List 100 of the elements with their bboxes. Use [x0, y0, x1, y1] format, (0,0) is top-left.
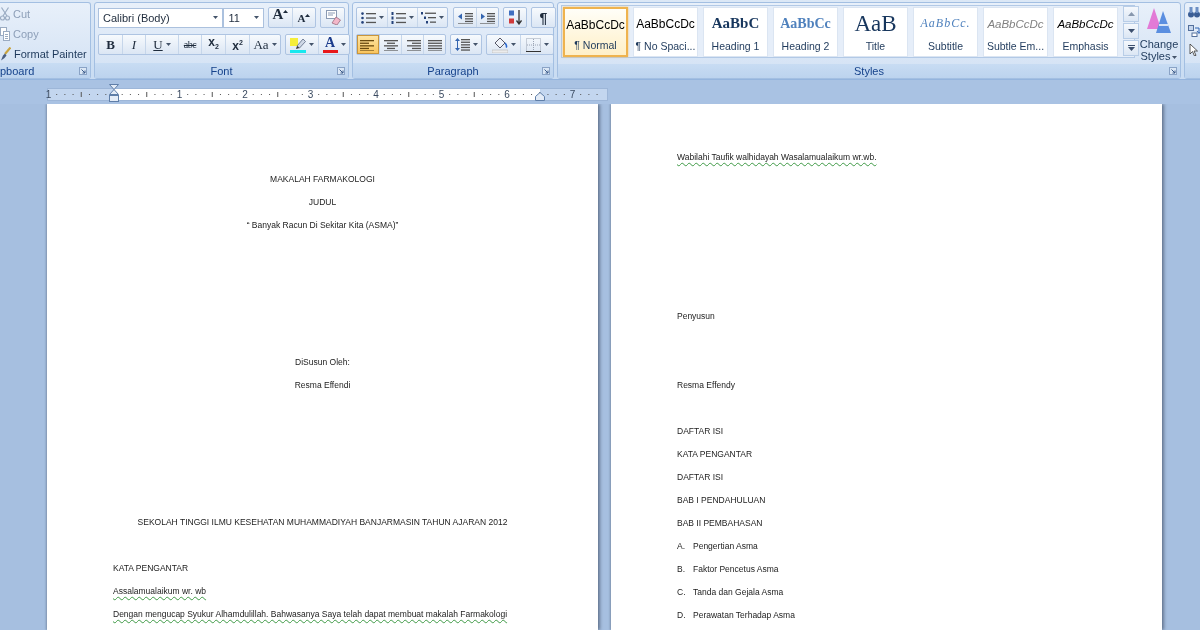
clear-formatting-button[interactable] [320, 7, 345, 28]
toc-entry: DAFTAR ISI [677, 425, 724, 438]
change-styles-button[interactable]: Change Styles [1137, 5, 1181, 64]
bold-button[interactable]: B [99, 35, 122, 54]
grow-font-button[interactable]: A [269, 8, 292, 27]
increase-indent-button[interactable] [476, 8, 498, 27]
strikethrough-button[interactable]: abc [178, 35, 201, 54]
numbering-button[interactable] [387, 8, 417, 27]
ruler-number: 7 [569, 88, 576, 101]
font-color-button[interactable]: A [318, 35, 349, 54]
multilevel-list-button[interactable] [417, 8, 447, 27]
caret-icon [165, 43, 171, 46]
style-tile[interactable]: AaB Title [843, 6, 908, 57]
copy-icon [0, 26, 10, 41]
toc-entry: BAB I PENDAHULUAN [677, 494, 766, 507]
justify-icon [426, 38, 443, 51]
caret-icon [510, 43, 516, 46]
line-spacing-icon [454, 38, 470, 51]
author-text: Resma Effendy [677, 379, 735, 392]
signature-label: Penyusun [677, 310, 715, 323]
caret-icon [340, 43, 346, 46]
alignment-button[interactable] [423, 35, 445, 54]
alignment-button[interactable] [357, 35, 379, 54]
toc-entry: Perawatan Terhadap Asma [693, 609, 795, 622]
dialog-launcher-icon[interactable] [1169, 67, 1177, 75]
align-left-icon [360, 38, 376, 51]
sort-icon [508, 10, 522, 25]
toc-entry: Pengertian Asma [693, 540, 758, 553]
multilevel-list-icon [421, 11, 436, 24]
style-tile[interactable]: AaBbC Heading 1 [703, 6, 768, 57]
shrink-font-button[interactable]: A [292, 8, 315, 27]
scroll-down-button[interactable] [1123, 23, 1139, 39]
align-center-icon [382, 38, 399, 51]
ruler-number: 2 [242, 88, 248, 101]
ruler-number: 6 [504, 88, 510, 101]
swatch-icon [322, 50, 338, 53]
dialog-launcher-icon[interactable] [542, 66, 550, 75]
caret-icon [213, 16, 219, 19]
sort-button[interactable] [503, 7, 527, 28]
indent-marker[interactable] [109, 84, 119, 102]
alignment-button[interactable] [379, 35, 401, 54]
font-name-field[interactable]: Calibri (Body) [98, 7, 224, 28]
underline-button[interactable]: U [145, 35, 178, 54]
toc-entry: BAB II PEMBAHASAN [677, 517, 763, 530]
institution-text: SEKOLAH TINGGI ILMU KESEHATAN MUHAMMADIYAH BANJARMASIN TAHUN AJARAN 2012 [137, 516, 508, 529]
style-tile[interactable]: AaBbCc Heading 2 [773, 6, 838, 57]
superscript-button[interactable]: x$^{2}$ [225, 35, 249, 54]
ruler-number: 1 [45, 88, 52, 101]
style-tile[interactable]: AaBbCcDc ¶ Normal [563, 6, 628, 57]
ruler-number: 1 [176, 88, 183, 101]
title-text: “ Banyak Racun Di Sekitar Kita (ASMA)” [246, 219, 399, 232]
style-tile[interactable]: AaBbCcDc Emphasis [1053, 6, 1118, 57]
title-text: MAKALAH FARMAKOLOGI [270, 173, 375, 186]
ruler-number: 4 [373, 88, 379, 101]
font-size-field[interactable]: 11 [223, 7, 264, 28]
list-marker: B. [677, 563, 687, 576]
group-label: pboard [0, 63, 35, 78]
toc-entry: DAFTAR ISI [677, 471, 724, 484]
group-label: Paragraph [427, 63, 479, 78]
paintbrush-icon [0, 46, 11, 61]
caret-icon [439, 16, 444, 19]
style-tile[interactable]: AaBbCcDc ¶ No Spaci... [633, 6, 698, 57]
caret-up-icon [283, 10, 289, 13]
alignment-button[interactable] [401, 35, 423, 54]
paragraph-text: KATA PENGANTAR [113, 562, 189, 575]
paragraph-text: Dengan mengucap Syukur Alhamdulillah. Bahwasanya Saya telah dapat membuat makalah Farmakologi [113, 608, 508, 621]
paragraph-text: Assalamualaikum wr. wb [113, 585, 207, 598]
italic-button[interactable]: I [122, 35, 145, 54]
line-spacing-button[interactable] [450, 34, 482, 55]
toc-entry: Faktor Pencetus Asma [693, 563, 779, 576]
caret-icon [409, 16, 414, 19]
ruler-number: 5 [438, 88, 445, 101]
style-tile[interactable]: AaBbCc. Subtitle [913, 6, 978, 57]
dialog-launcher-icon[interactable] [79, 66, 87, 75]
caret-icon [543, 43, 549, 46]
subscript-button[interactable]: x$_{2}$ [201, 35, 225, 54]
right-indent-marker[interactable] [535, 92, 545, 101]
caret-icon [271, 43, 277, 46]
style-tile[interactable]: AaBbCcDc Subtle Em... [983, 6, 1048, 57]
binoculars-icon [1188, 6, 1200, 18]
clipboard-command[interactable]: Format Painter [0, 44, 87, 63]
highlighter-icon [290, 36, 306, 53]
change-case-button[interactable]: Aa [249, 35, 280, 54]
border-icon [525, 37, 541, 52]
caret-up-icon [305, 14, 311, 17]
paint-bucket-icon [491, 36, 508, 53]
caret-icon [309, 43, 314, 46]
more-styles-button[interactable] [1123, 40, 1139, 56]
bullets-icon [360, 11, 376, 24]
dialog-launcher-icon[interactable] [337, 66, 345, 75]
caret-icon [378, 16, 384, 19]
ruler-number: 3 [307, 88, 314, 101]
increase-indent-icon [480, 11, 495, 24]
more-icon [1127, 45, 1135, 51]
cursor-icon [1188, 44, 1200, 56]
group-label: Styles [854, 64, 884, 78]
decrease-indent-icon [457, 11, 473, 24]
list-marker: C. [677, 586, 687, 599]
show-marks-button[interactable]: ¶ [531, 7, 556, 28]
toc-entry: KATA PENGANTAR [677, 448, 753, 461]
